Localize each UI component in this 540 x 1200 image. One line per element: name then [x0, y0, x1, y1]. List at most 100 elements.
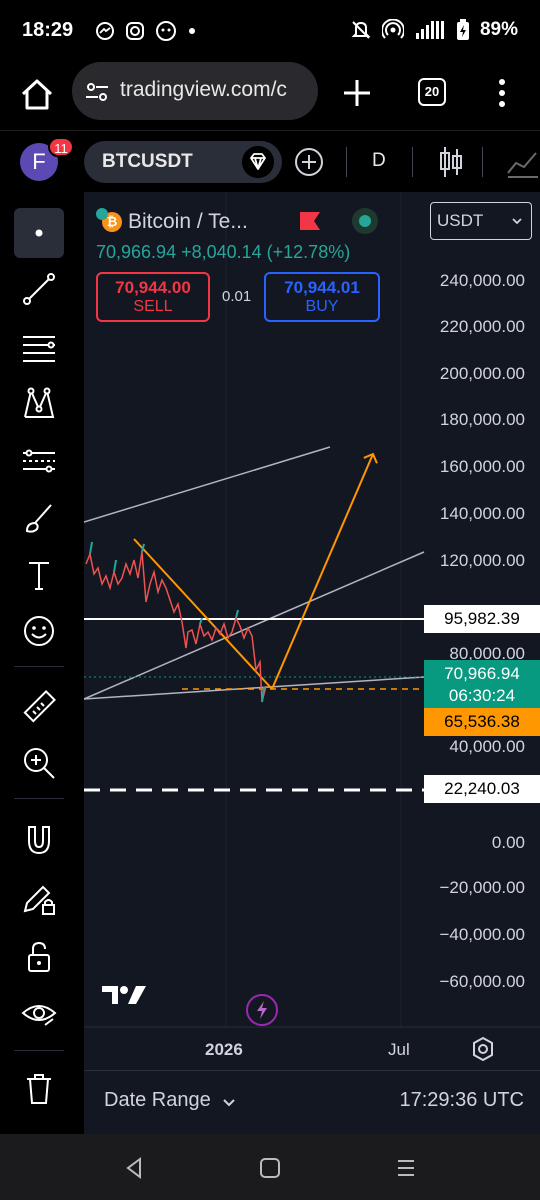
symbol-label: BTCUSDT	[102, 151, 193, 172]
zoom-in-icon	[24, 748, 55, 779]
divider	[412, 147, 413, 177]
zoom-tool[interactable]	[14, 738, 64, 788]
text-icon	[29, 562, 49, 590]
forecast-tool[interactable]	[14, 436, 64, 486]
y-axis-label: 240,000.00	[439, 271, 525, 290]
divider	[14, 1050, 64, 1051]
y-axis-label: 220,000.00	[439, 317, 525, 336]
low-line-price-tag[interactable]: 22,240.03	[424, 775, 540, 803]
recents-icon[interactable]	[394, 1156, 418, 1180]
y-axis-label: 140,000.00	[439, 504, 525, 523]
sell-label: SELL	[133, 298, 173, 315]
chart-pane[interactable]: ₿ Bitcoin / Te... 70,966.94 +8,040.14 (+…	[84, 192, 540, 1070]
last-price-value: 70,966.94	[444, 664, 520, 683]
y-axis-label: 200,000.00	[439, 364, 525, 383]
indicators-icon[interactable]	[506, 145, 540, 179]
instagram-icon	[126, 22, 144, 40]
buy-button[interactable]: 70,944.01 BUY	[264, 272, 380, 322]
x-axis-label: 2026	[205, 1040, 243, 1059]
trendline-icon	[23, 273, 55, 305]
dot-cursor-icon	[35, 229, 43, 237]
drawing-toolbar	[0, 192, 78, 1134]
xabcd-pattern-icon	[24, 387, 55, 418]
sell-button[interactable]: 70,944.00 SELL	[96, 272, 210, 322]
divider	[482, 147, 483, 177]
y-axis-label: −60,000.00	[439, 972, 525, 991]
status-time: 18:29	[22, 19, 74, 41]
url-bar[interactable]: tradingview.com/c	[72, 62, 318, 120]
y-axis-label: 160,000.00	[439, 457, 525, 476]
tradingview-logo	[102, 986, 146, 1004]
hotspot-icon	[381, 19, 404, 39]
interval-button[interactable]: D	[372, 150, 386, 172]
home-icon[interactable]	[18, 76, 56, 114]
bolt-icon	[257, 1001, 267, 1019]
utc-clock[interactable]: 17:29:36 UTC	[399, 1089, 524, 1112]
y-axis-label: −40,000.00	[439, 925, 525, 944]
premium-gem-icon	[242, 146, 274, 178]
symbol-search-button[interactable]: BTCUSDT	[84, 141, 282, 183]
smiley-icon	[24, 616, 54, 646]
y-axis-label: 0.00	[491, 833, 525, 852]
buy-price: 70,944.01	[284, 278, 360, 297]
hide-drawings-tool[interactable]	[14, 988, 64, 1038]
pattern-tool[interactable]	[14, 378, 64, 428]
magnet-tool[interactable]	[14, 814, 64, 864]
lock-all-tool[interactable]	[14, 932, 64, 982]
battery-icon	[456, 19, 469, 40]
currency-select[interactable]: USDT	[430, 202, 532, 240]
pencil-lock-icon	[23, 885, 55, 915]
site-settings-icon[interactable]	[84, 79, 110, 105]
browser-toolbar: tradingview.com/c 20	[0, 62, 540, 130]
chart-settings-icon[interactable]	[470, 1036, 496, 1062]
lock-drawing-tool[interactable]	[14, 874, 64, 924]
app-icon	[156, 21, 176, 41]
sell-price: 70,944.00	[115, 278, 191, 297]
eye-icon	[21, 1005, 57, 1026]
trendline-tool[interactable]	[14, 264, 64, 314]
tab-switcher-button[interactable]: 20	[418, 78, 446, 106]
flag-icon[interactable]	[300, 212, 320, 230]
buy-label: BUY	[305, 298, 339, 315]
chart-toolbar: F 11 BTCUSDT D	[0, 130, 540, 192]
brush-tool[interactable]	[14, 494, 64, 544]
emoji-tool[interactable]	[14, 606, 64, 656]
market-open-icon	[352, 208, 378, 234]
horizontal-line-price-tag[interactable]: 95,982.39	[424, 605, 540, 633]
last-price-tag: 70,966.94 06:30:24	[424, 660, 540, 710]
compare-symbol-icon[interactable]	[294, 147, 324, 177]
price-change-line: 70,966.94 +8,040.14 (+12.78%)	[96, 242, 351, 262]
y-axis-label: 180,000.00	[439, 410, 525, 429]
symbol-name: Bitcoin / Te...	[128, 210, 248, 233]
notification-badge: 11	[48, 137, 74, 157]
dashed-line-price-tag[interactable]: 65,536.38	[424, 708, 540, 736]
mute-icon	[351, 21, 371, 39]
dot-icon	[189, 28, 195, 34]
magnet-icon	[28, 826, 50, 855]
candlestick-icon[interactable]	[438, 145, 464, 179]
lightning-icon[interactable]	[246, 994, 278, 1026]
battery-level: 89%	[479, 19, 518, 40]
new-tab-icon[interactable]	[340, 76, 374, 110]
fib-retracement-icon	[23, 336, 55, 362]
measure-tool[interactable]	[14, 682, 64, 732]
signal-icon	[415, 21, 444, 39]
ruler-icon	[23, 690, 56, 723]
currency-label: USDT	[437, 211, 484, 230]
chevron-down-icon[interactable]	[222, 1095, 236, 1109]
status-bar: 18:29 89%	[0, 0, 540, 62]
y-axis-label: 40,000.00	[449, 737, 525, 756]
text-tool[interactable]	[14, 550, 64, 600]
brush-icon	[25, 504, 52, 533]
symbol-legend[interactable]: ₿ Bitcoin / Te...	[96, 208, 248, 234]
remove-tool[interactable]	[14, 1064, 64, 1114]
back-icon[interactable]	[122, 1156, 146, 1180]
fib-tool[interactable]	[14, 322, 64, 372]
y-axis-label: −20,000.00	[439, 878, 525, 897]
divider	[346, 147, 347, 177]
date-range-button[interactable]: Date Range	[104, 1089, 211, 1112]
home-nav-icon[interactable]	[258, 1156, 282, 1180]
more-menu-icon[interactable]	[490, 76, 514, 110]
y-axis-label: 120,000.00	[439, 551, 525, 570]
cursor-tool[interactable]	[14, 208, 64, 258]
